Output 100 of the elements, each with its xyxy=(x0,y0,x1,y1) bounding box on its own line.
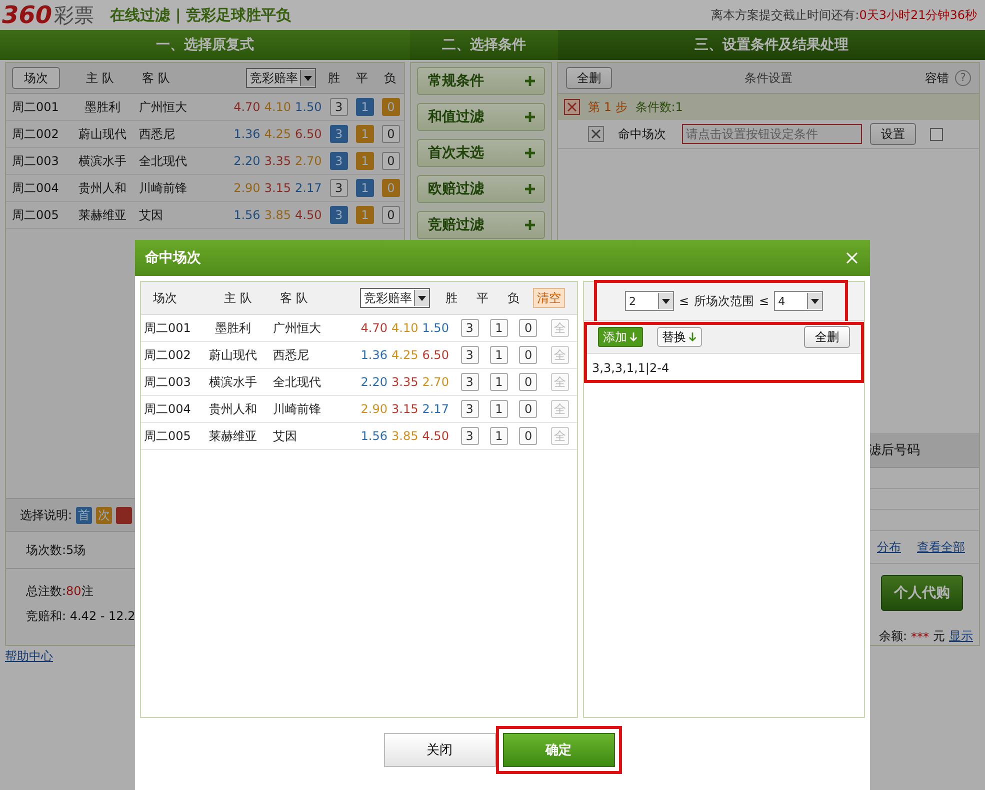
help-link[interactable]: 帮助中心 xyxy=(5,648,53,664)
match-id: 周二005 xyxy=(144,428,192,444)
odds-sum: 竞赔和: 4.42 - 12.2 xyxy=(26,608,136,625)
operator: ≤ xyxy=(678,294,689,308)
delete-all-button[interactable]: 全删 xyxy=(566,67,612,89)
match-id: 周二001 xyxy=(144,320,192,336)
match-id: 周二005 xyxy=(12,206,60,224)
pick-button[interactable]: 0 xyxy=(519,427,538,445)
column-header: 主 队 xyxy=(85,70,115,86)
pick-button[interactable]: 3 xyxy=(460,346,479,364)
remove-icon[interactable] xyxy=(588,126,604,142)
away-team: 西悉尼 xyxy=(272,346,310,364)
checkbox[interactable] xyxy=(930,128,943,140)
match-id: 周二002 xyxy=(144,346,192,364)
pick-button[interactable]: 0 xyxy=(382,152,400,170)
column-header: 主 队 xyxy=(223,290,253,306)
step-header: 三、设置条件及结果处理 xyxy=(558,30,985,60)
caret-icon xyxy=(658,293,673,309)
operator: ≤ xyxy=(759,294,770,308)
odds-value: 4.25 xyxy=(264,127,292,141)
buy-button[interactable]: 个人代购 xyxy=(881,575,963,611)
pick-button[interactable]: 1 xyxy=(490,373,508,391)
show-link[interactable]: 显示 xyxy=(949,628,973,645)
min-select[interactable]: 2 xyxy=(624,291,674,311)
home-team: 蔚山现代 xyxy=(77,126,128,142)
match-id: 周二004 xyxy=(144,400,192,418)
pick-button[interactable]: 0 xyxy=(519,319,538,337)
column-header: 客 队 xyxy=(279,290,309,306)
dialog-title: 命中场次 xyxy=(145,249,201,267)
pick-button[interactable]: 0 xyxy=(519,400,538,418)
pick-button[interactable]: 1 xyxy=(490,346,508,364)
remove-icon[interactable] xyxy=(564,99,580,115)
odds-select[interactable]: 竞彩赔率 xyxy=(246,68,316,88)
filter-button[interactable]: 竞赔过滤 xyxy=(417,211,545,239)
caret-icon xyxy=(807,293,822,309)
odds-value: 4.70 xyxy=(234,100,260,114)
pick-button[interactable]: 0 xyxy=(519,346,538,364)
sort-button[interactable]: 场次 xyxy=(12,67,60,89)
arrow-down-icon xyxy=(629,331,638,343)
odds-value: 2.90 xyxy=(360,402,388,416)
odds-value: 2.90 xyxy=(234,181,260,195)
odds-value: 2.20 xyxy=(360,375,388,389)
home-team: 横滨水手 xyxy=(208,374,258,390)
pick-button[interactable]: 0 xyxy=(519,373,538,391)
odds-value: 1.56 xyxy=(234,208,260,222)
filter-button[interactable]: 常规条件 xyxy=(417,67,545,95)
pick-button[interactable]: 3 xyxy=(460,400,479,418)
column-header: 客 队 xyxy=(141,70,171,86)
odds-value: 3.35 xyxy=(392,375,418,389)
home-team: 墨胜利 xyxy=(214,320,252,336)
column-header: 场次 xyxy=(153,290,178,306)
pick-button[interactable]: 1 xyxy=(490,427,508,445)
pick-button[interactable]: 3 xyxy=(460,319,479,337)
pick-button[interactable]: 1 xyxy=(490,319,508,337)
add-button[interactable]: 添加 xyxy=(598,327,643,347)
odds-value: 4.70 xyxy=(360,321,388,335)
filter-button[interactable]: 首次末选 xyxy=(417,139,545,167)
odds-value: 2.70 xyxy=(422,375,449,389)
odds-value: 3.85 xyxy=(392,429,418,443)
step-header: 一、选择原复式 xyxy=(155,36,255,55)
condition-count: 条件数:1 xyxy=(635,98,683,116)
away-team: 全北现代 xyxy=(138,152,188,170)
link[interactable]: 分布 xyxy=(877,538,901,556)
logo-text: 彩票 xyxy=(54,2,94,29)
close-button[interactable]: 关闭 xyxy=(384,733,496,767)
odds-value: 4.25 xyxy=(392,348,418,362)
close-icon[interactable] xyxy=(846,252,858,264)
replace-button[interactable]: 替换 xyxy=(657,327,702,347)
condition-field[interactable]: 请点击设置按钮设定条件 xyxy=(682,124,862,144)
column-header: 负 xyxy=(506,290,520,306)
odds-value: 2.17 xyxy=(422,402,449,416)
away-team: 艾因 xyxy=(138,206,164,224)
deadline-countdown: 0天3小时21分钟36秒 xyxy=(859,6,977,24)
pick-button[interactable]: 3 xyxy=(330,179,348,197)
result-text: 3,3,3,1,1|2-4 xyxy=(592,361,670,375)
home-team: 贵州人和 xyxy=(77,180,128,196)
balance-label: 余额: xyxy=(878,628,907,645)
pick-button[interactable]: 1 xyxy=(490,400,508,418)
pick-button[interactable]: 3 xyxy=(460,427,479,445)
filter-button[interactable]: 欧赔过滤 xyxy=(417,175,545,203)
away-team: 西悉尼 xyxy=(138,126,176,142)
max-select[interactable]: 4 xyxy=(774,291,824,311)
away-team: 艾因 xyxy=(272,428,298,444)
pick-button[interactable]: 3 xyxy=(460,373,479,391)
odds-value: 6.50 xyxy=(422,348,449,362)
delete-all-button[interactable]: 全删 xyxy=(804,326,850,348)
odds-value: 4.50 xyxy=(295,208,322,222)
filter-button[interactable]: 和值过滤 xyxy=(417,103,545,131)
away-team: 广州恒大 xyxy=(138,98,188,116)
link[interactable]: 查看全部 xyxy=(917,538,965,556)
away-team: 川崎前锋 xyxy=(272,400,322,418)
settings-button[interactable]: 设置 xyxy=(870,123,916,145)
pick-button[interactable]: 0 xyxy=(382,206,400,224)
panel-title: 条件设置 xyxy=(744,70,794,86)
pick-button[interactable]: 0 xyxy=(382,125,400,143)
odds-value: 1.50 xyxy=(295,100,322,114)
pick-button[interactable]: 3 xyxy=(330,98,348,116)
column-header: 胜 xyxy=(444,290,458,306)
odds-select[interactable]: 竞彩赔率 xyxy=(360,288,430,308)
odds-value: 3.85 xyxy=(264,208,292,222)
